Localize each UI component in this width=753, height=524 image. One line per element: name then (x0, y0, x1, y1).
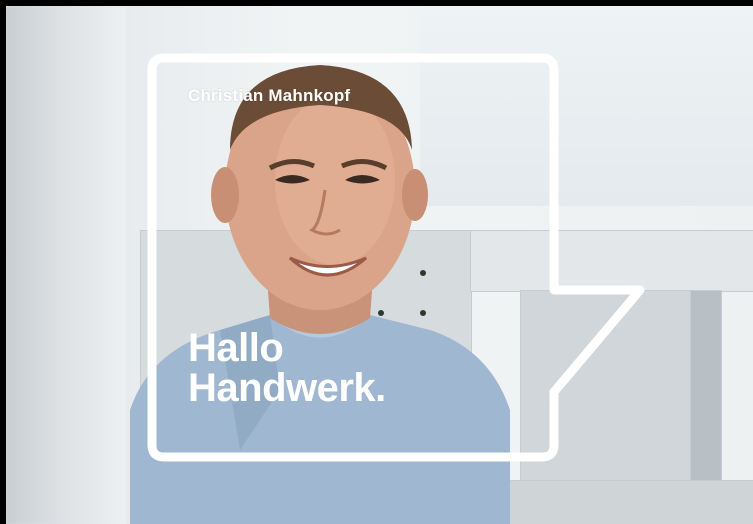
electrical-panel-top (470, 230, 753, 292)
left-border (0, 0, 6, 524)
left-ear (211, 167, 239, 223)
cabinet-rail (690, 290, 722, 482)
person-name: Christian Mahnkopf (188, 86, 351, 105)
hero-image: Christian Mahnkopf Hallo Handwerk. (0, 0, 753, 524)
top-border (0, 0, 753, 6)
right-ear (402, 169, 428, 221)
slogan: Hallo Handwerk. (188, 328, 386, 408)
slogan-line-1: Hallo (188, 326, 284, 370)
slogan-line-2: Handwerk. (188, 366, 386, 410)
cabinet-base (470, 480, 753, 524)
background-pillar (6, 6, 126, 524)
